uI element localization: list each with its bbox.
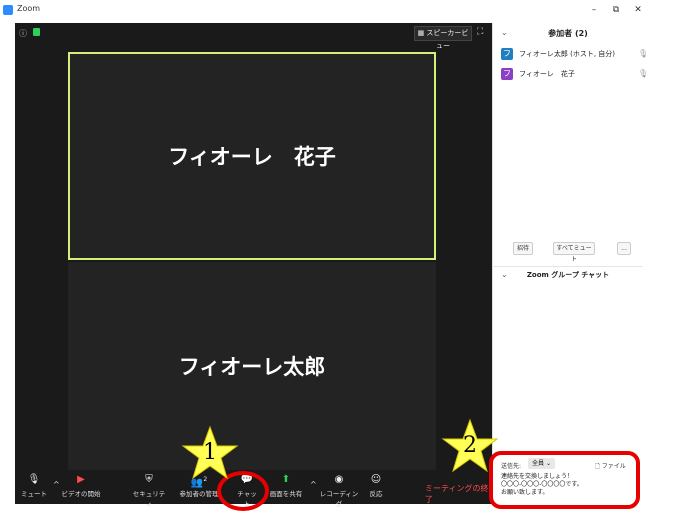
participant-name: フィオーレ太郎 (ホスト, 自分): [519, 50, 615, 58]
shield-icon: ⛨: [145, 474, 153, 485]
record-icon: ◉: [334, 474, 344, 485]
microphone-icon: 🎙: [638, 69, 649, 78]
share-screen-label: 画面を共有: [269, 490, 303, 498]
participant-name-label: フィオーレ 花子: [168, 145, 336, 169]
maximize-button[interactable]: ⧉: [609, 6, 623, 15]
mute-button[interactable]: 🎙 ミュート: [21, 474, 47, 498]
video-tile-active-speaker: フィオーレ 花子: [68, 52, 436, 260]
end-meeting-button[interactable]: ミーティングの終了: [425, 483, 492, 505]
mute-all-button[interactable]: すべてミュート: [553, 242, 595, 263]
invite-button[interactable]: 招待: [513, 242, 533, 255]
participant-name: フィオーレ 花子: [519, 70, 575, 78]
title-bar: Zoom – ⧉ ✕: [0, 0, 673, 22]
chat-panel-title: Zoom グループ チャット: [526, 271, 610, 279]
avatar: フ: [501, 68, 513, 80]
avatar: フ: [501, 48, 513, 60]
more-options-button[interactable]: ...: [617, 242, 631, 255]
fullscreen-icon[interactable]: ⛶: [477, 27, 483, 37]
mute-label: ミュート: [21, 490, 47, 498]
share-screen-icon: ⬆: [281, 474, 291, 485]
video-off-icon: ▶: [77, 474, 85, 485]
speaker-view-button[interactable]: ▦ スピーカービュー: [414, 26, 472, 50]
window-title: Zoom: [17, 4, 41, 13]
participant-list-item[interactable]: フ フィオーレ 花子 🎙: [501, 68, 648, 82]
record-label: レコーディング: [319, 490, 359, 508]
reactions-label: 反応: [369, 490, 383, 498]
reactions-button[interactable]: ☺ 反応: [367, 474, 385, 498]
annotation-step-number: 1: [203, 440, 217, 465]
chat-input-highlight-box: [489, 451, 640, 509]
start-video-label: ビデオの開始: [61, 490, 101, 498]
minimize-button[interactable]: –: [587, 6, 601, 15]
smiley-icon: ☺: [370, 474, 382, 485]
share-options-caret-icon[interactable]: ^: [310, 480, 317, 489]
microphone-icon: 🎙: [27, 474, 41, 485]
chat-panel-header: ⌄ Zoom グループ チャット: [493, 266, 643, 281]
participant-name-label: フィオーレ太郎: [178, 355, 326, 379]
close-button[interactable]: ✕: [631, 6, 645, 15]
zoom-app-icon: [3, 5, 13, 15]
audio-options-caret-icon[interactable]: ^: [53, 480, 60, 489]
participant-list-item[interactable]: フ フィオーレ太郎 (ホスト, 自分) 🎙: [501, 48, 648, 62]
sidebar-panel: ⌄ 参加者 (2) フ フィオーレ太郎 (ホスト, 自分) 🎙 フ フィオーレ …: [492, 23, 648, 505]
share-screen-button[interactable]: ⬆ 画面を共有: [269, 474, 303, 498]
video-tile: フィオーレ太郎: [68, 262, 436, 470]
security-button[interactable]: ⛨ セキュリティ: [131, 474, 167, 508]
encryption-lock-icon[interactable]: [33, 28, 40, 36]
start-video-button[interactable]: ▶ ビデオの開始: [61, 474, 101, 498]
participants-label: 参加者の管理: [179, 490, 219, 498]
participants-panel-title: 参加者 (2): [548, 29, 588, 38]
meeting-info-icon[interactable]: ⓘ: [19, 28, 27, 39]
annotation-step-number: 2: [463, 433, 477, 458]
security-label: セキュリティ: [132, 490, 166, 508]
microphone-icon: 🎙: [638, 49, 649, 58]
record-button[interactable]: ◉ レコーディング: [318, 474, 360, 508]
